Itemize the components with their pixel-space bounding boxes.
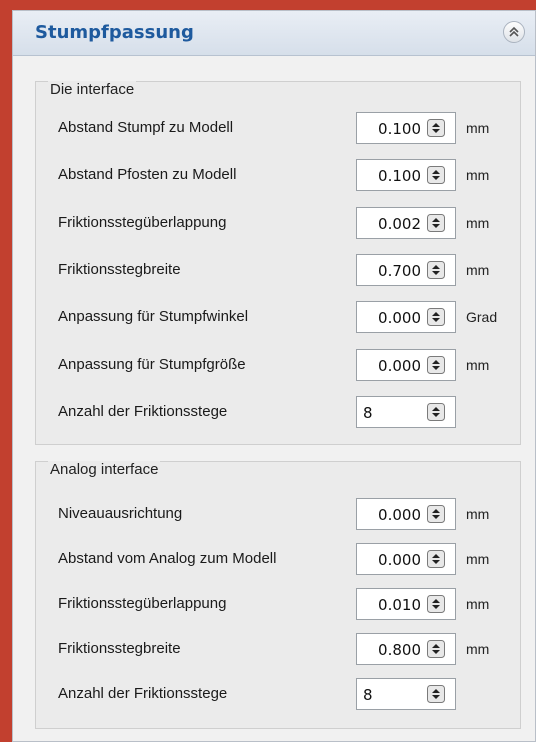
field-label: Anpassung für Stumpfwinkel — [58, 308, 249, 326]
field-row: Abstand Stumpf zu Modell 0.100 mm — [36, 110, 520, 146]
number-spinbox[interactable]: 0.002 — [356, 206, 456, 239]
unit-label: mm — [466, 261, 490, 278]
field-row: Anpassung für Stumpfgröße 0.000 mm — [36, 347, 520, 383]
field-row: Abstand vom Analog zum Modell 0.000 mm — [36, 541, 520, 577]
panel-header[interactable]: Stumpfpassung — [13, 11, 535, 56]
field-row: Anzahl der Friktionsstege 8 — [36, 676, 520, 712]
field-row: Friktionsstegüberlappung 0.002 mm — [36, 205, 520, 241]
collapse-button[interactable] — [503, 21, 525, 43]
field-label: Abstand Stumpf zu Modell — [58, 119, 234, 136]
field-label: Niveauausrichtung — [58, 505, 183, 522]
number-spinbox[interactable]: 8 — [356, 395, 456, 428]
field-row: Friktionsstegbreite 0.800 mm — [36, 631, 520, 667]
field-label: Friktionsstegüberlappung — [58, 595, 227, 612]
spinner-arrows-icon[interactable] — [427, 505, 445, 523]
field-row: Abstand Pfosten zu Modell 0.100 mm — [36, 157, 520, 193]
spinner-arrows-icon[interactable] — [427, 166, 445, 185]
spinner-arrows-icon[interactable] — [427, 685, 445, 703]
spinner-arrows-icon[interactable] — [427, 550, 445, 568]
field-row: Friktionsstegbreite 0.700 mm — [36, 252, 520, 288]
spinner-arrows-icon[interactable] — [427, 595, 445, 613]
spinner-arrows-icon[interactable] — [427, 402, 445, 421]
spinbox-value[interactable]: 0.010 — [378, 596, 421, 614]
field-row: Friktionsstegüberlappung 0.010 mm — [36, 586, 520, 622]
spinbox-value[interactable]: 8 — [363, 686, 373, 704]
spinbox-value[interactable]: 0.100 — [378, 167, 421, 185]
unit-label: mm — [466, 506, 490, 522]
spinner-arrows-icon[interactable] — [427, 213, 445, 232]
spinbox-value[interactable]: 0.002 — [378, 215, 421, 233]
analog-interface-group: Analog interface Niveauausrichtung 0.000 m… — [35, 461, 521, 729]
spinbox-value[interactable]: 0.000 — [378, 309, 421, 327]
unit-label: mm — [466, 551, 490, 567]
number-spinbox[interactable]: 0.800 — [356, 633, 456, 665]
field-label: Friktionsstegbreite — [58, 260, 181, 278]
unit-label: mm — [466, 641, 490, 657]
spinbox-value[interactable]: 0.000 — [378, 357, 421, 375]
unit-label: mm — [466, 214, 490, 231]
unit-label: mm — [466, 120, 490, 136]
unit-label: mm — [466, 596, 490, 612]
spinbox-value[interactable]: 0.800 — [378, 641, 421, 659]
spinner-arrows-icon[interactable] — [427, 119, 445, 137]
unit-label: mm — [466, 356, 490, 373]
unit-label: Grad — [466, 309, 498, 326]
field-label: Anpassung für Stumpfgröße — [58, 355, 246, 373]
field-label: Abstand vom Analog zum Modell — [58, 550, 277, 567]
number-spinbox[interactable]: 0.100 — [356, 159, 456, 192]
field-row: Niveauausrichtung 0.000 mm — [36, 496, 520, 532]
spinner-arrows-icon[interactable] — [427, 640, 445, 658]
number-spinbox[interactable]: 0.700 — [356, 253, 456, 286]
group-title: Die interface — [48, 81, 137, 99]
panel-title: Stumpfpassung — [35, 22, 194, 43]
spinbox-value[interactable]: 0.000 — [378, 551, 421, 569]
field-row: Anpassung für Stumpfwinkel 0.000 Grad — [36, 299, 520, 335]
spinbox-value[interactable]: 8 — [363, 404, 373, 422]
spinbox-value[interactable]: 0.000 — [378, 506, 421, 524]
spinbox-value[interactable]: 0.100 — [378, 120, 421, 138]
field-row: Anzahl der Friktionsstege 8 — [36, 394, 520, 430]
die-interface-group: Die interface Abstand Stumpf zu Modell 0.… — [35, 81, 521, 445]
field-label: Friktionsstegüberlappung — [58, 213, 227, 231]
number-spinbox[interactable]: 0.000 — [356, 543, 456, 575]
number-spinbox[interactable]: 0.000 — [356, 301, 456, 334]
field-label: Anzahl der Friktionsstege — [58, 402, 228, 420]
number-spinbox[interactable]: 8 — [356, 678, 456, 710]
field-label: Abstand Pfosten zu Modell — [58, 166, 237, 184]
field-label: Anzahl der Friktionsstege — [58, 685, 228, 702]
number-spinbox[interactable]: 0.000 — [356, 348, 456, 381]
field-label: Friktionsstegbreite — [58, 640, 181, 657]
stumpfpassung-panel: Stumpfpassung Die interface Abstand Stum… — [12, 10, 536, 742]
number-spinbox[interactable]: 0.010 — [356, 588, 456, 620]
number-spinbox[interactable]: 0.000 — [356, 498, 456, 530]
chevron-double-up-icon — [509, 26, 519, 37]
spinbox-value[interactable]: 0.700 — [378, 262, 421, 280]
number-spinbox[interactable]: 0.100 — [356, 112, 456, 144]
unit-label: mm — [466, 167, 490, 184]
spinner-arrows-icon[interactable] — [427, 308, 445, 327]
spinner-arrows-icon[interactable] — [427, 355, 445, 374]
group-title: Analog interface — [48, 461, 161, 479]
spinner-arrows-icon[interactable] — [427, 260, 445, 279]
